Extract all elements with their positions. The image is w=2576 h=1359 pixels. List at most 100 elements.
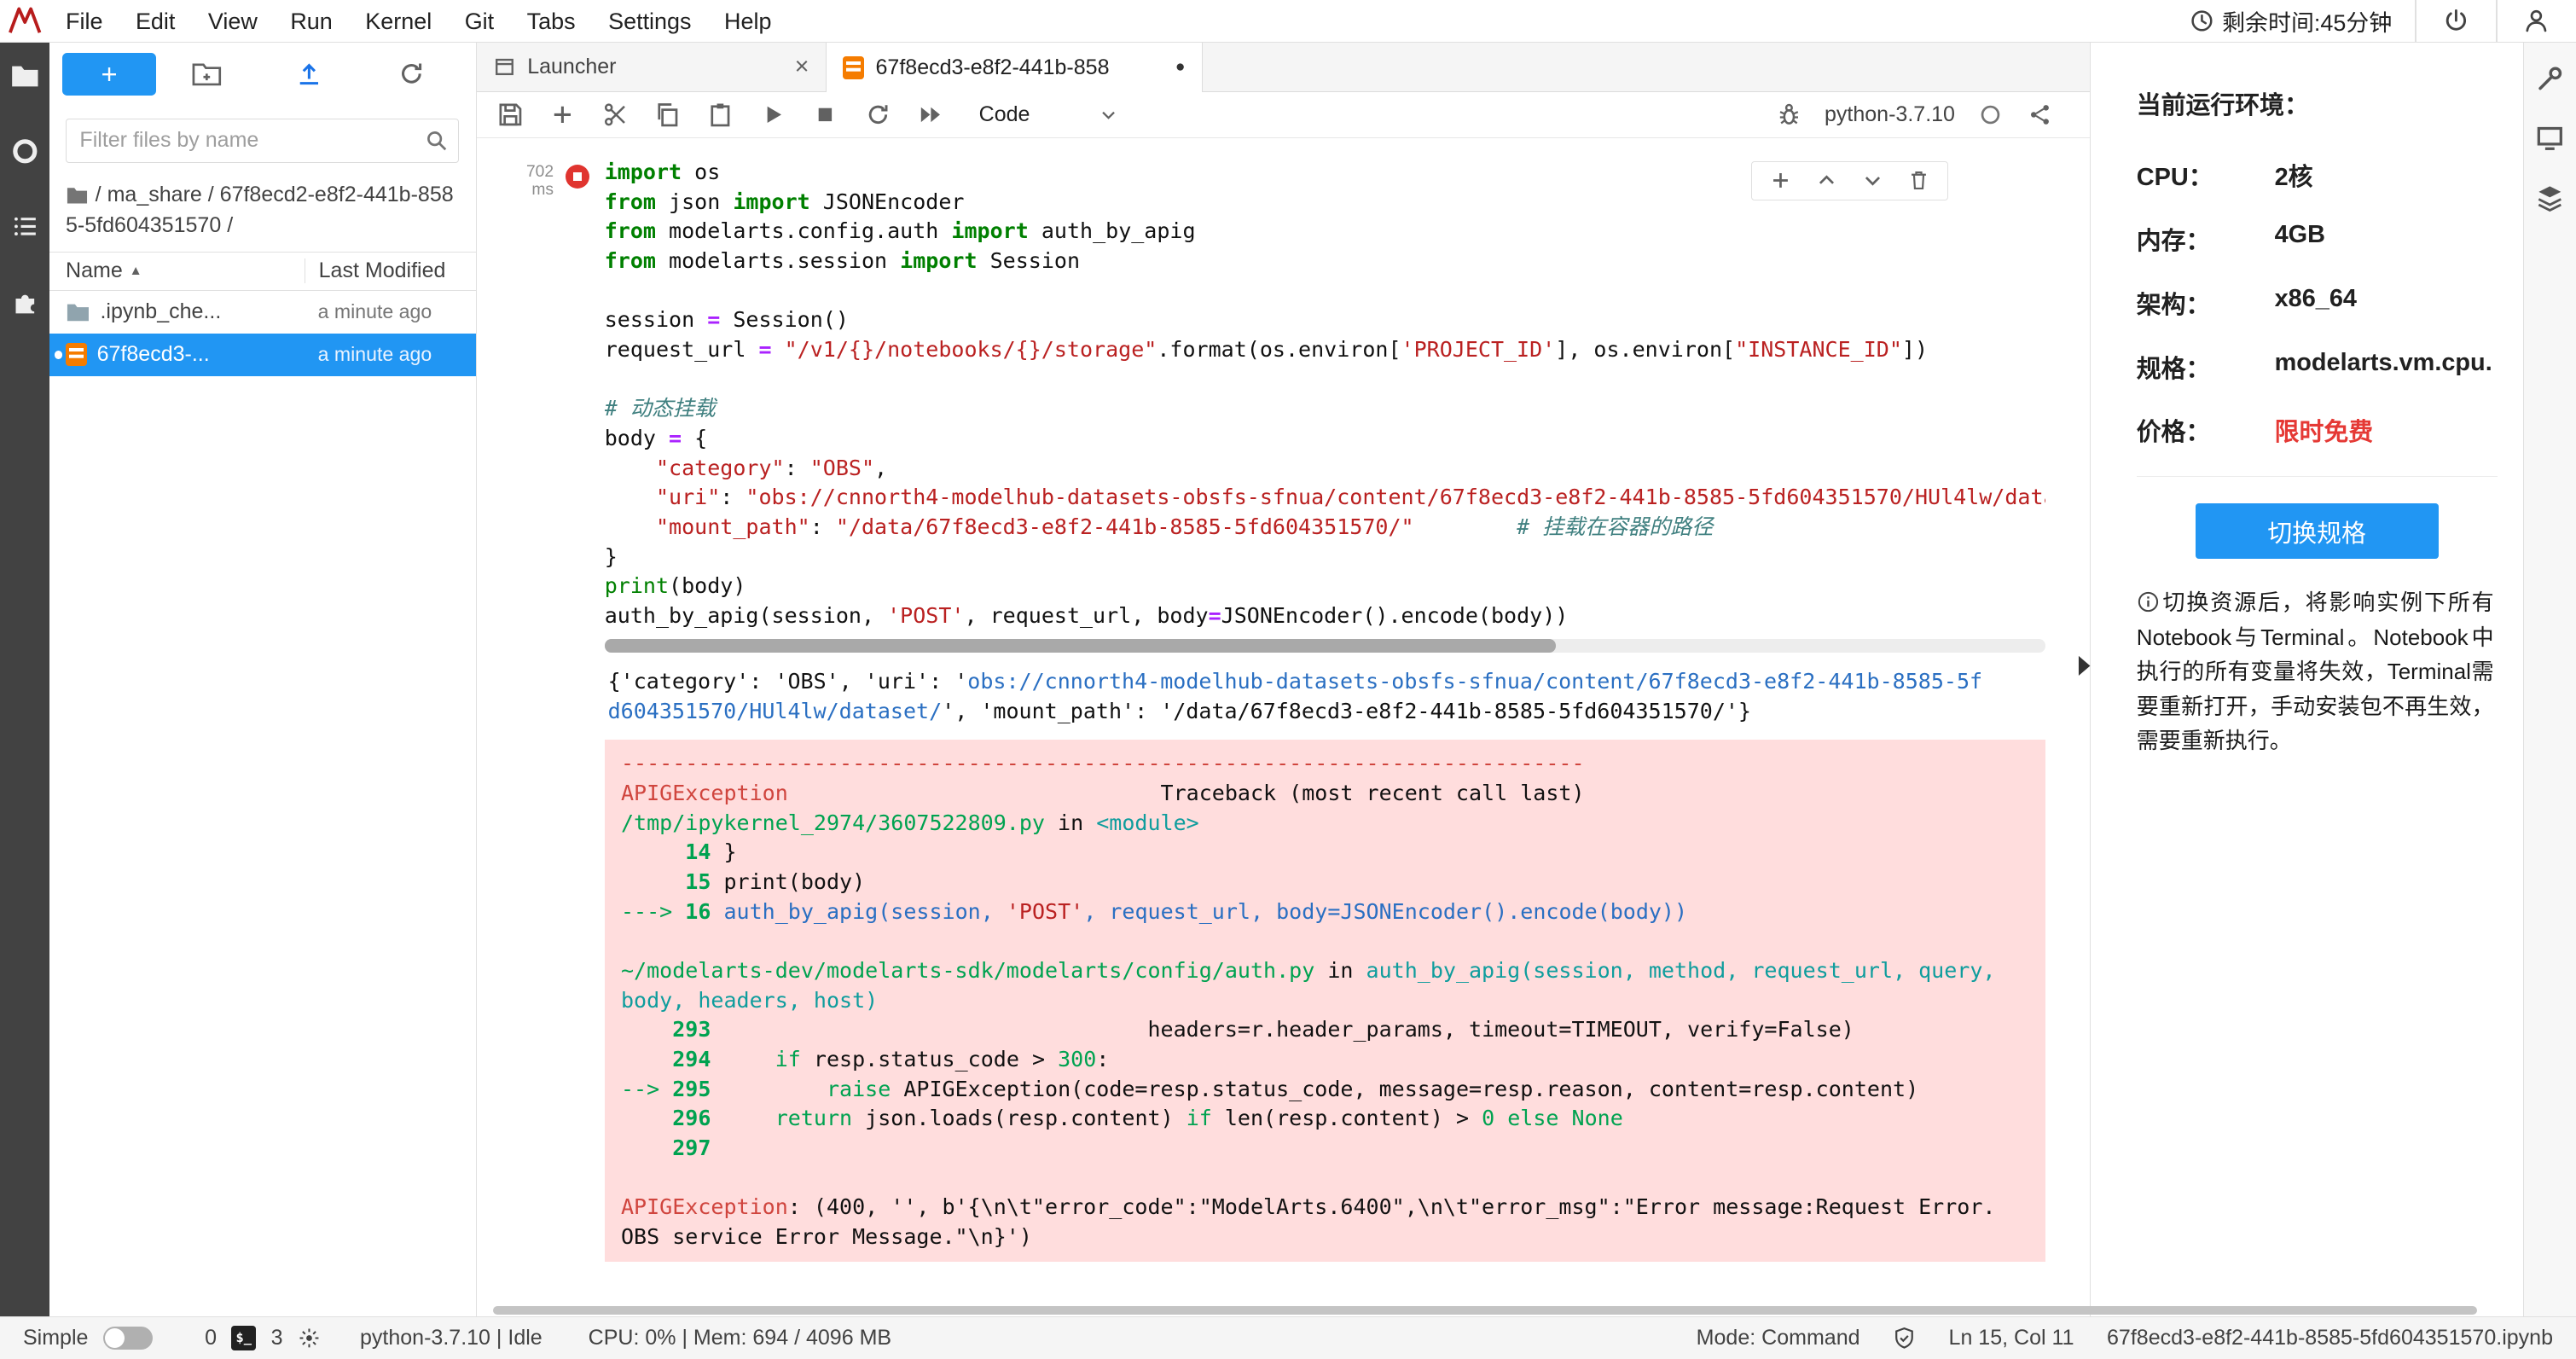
debug-button[interactable] (1775, 101, 1803, 129)
power-button[interactable] (2416, 0, 2495, 42)
notebook-file-icon (843, 56, 864, 79)
cell-type-dropdown[interactable]: Code (979, 102, 1119, 127)
menu-item-tabs[interactable]: Tabs (510, 0, 591, 43)
menu-item-edit[interactable]: Edit (119, 0, 192, 43)
unsaved-dot-icon[interactable]: ● (1175, 58, 1186, 77)
code-horizontal-scrollbar[interactable] (605, 639, 2045, 652)
modelarts-jupyterlab-window: File Edit View Run Kernel Git Tabs Setti… (0, 0, 2576, 1359)
kernel-idle-circle-icon (1979, 103, 2002, 126)
instance-settings-button[interactable] (2533, 62, 2567, 96)
cell-type-label: Code (979, 102, 1030, 127)
tab-notebook[interactable]: 67f8ecd3-e8f2-441b-858 ● (827, 43, 1203, 93)
breadcrumb-path: / ma_share / 67f8ecd2-e8f2-441b-8585-5fd… (66, 183, 454, 238)
run-cell-button[interactable] (759, 101, 787, 129)
column-last-modified[interactable]: Last Modified (305, 258, 475, 283)
notebook-area: Launcher × 67f8ecd3-e8f2-441b-858 ● (477, 43, 2090, 1316)
code-cell: 702 ms import osfrom json import JSONEnc… (477, 158, 2090, 631)
right-panel-collapse-handle[interactable] (2075, 644, 2095, 687)
tab-launcher[interactable]: Launcher × (477, 43, 827, 91)
column-name[interactable]: Name▲ (49, 258, 305, 283)
new-folder-button[interactable] (156, 53, 258, 96)
new-launcher-button[interactable]: + (62, 53, 156, 96)
code-editor[interactable]: import osfrom json import JSONEncoderfro… (605, 158, 2045, 631)
simple-mode-toggle-group: Simple (23, 1326, 153, 1350)
power-icon (2443, 8, 2469, 34)
move-cell-down-button[interactable] (1859, 166, 1887, 195)
main-row: + / ma_share / 67f8ecd2-e8f2-441b-8585-5… (0, 43, 2576, 1316)
upload-icon (295, 60, 323, 88)
stop-kernel-button[interactable] (811, 101, 839, 129)
file-row-checkpoints[interactable]: .ipynb_che... a minute ago (49, 291, 476, 334)
price-free-badge: 限时免费 (2275, 412, 2374, 448)
running-sessions-button[interactable] (9, 135, 42, 168)
folder-icon (10, 62, 40, 89)
menu-item-help[interactable]: Help (708, 0, 788, 43)
fast-forward-icon (917, 102, 943, 128)
files-tab-button[interactable] (9, 59, 42, 92)
save-button[interactable] (496, 101, 525, 129)
simple-mode-toggle[interactable] (103, 1327, 153, 1350)
filter-files-input[interactable] (79, 128, 423, 153)
menu-item-run[interactable]: Run (274, 0, 349, 43)
resource-monitor-button[interactable] (2533, 122, 2567, 155)
spec-row-price: 价格： 限时免费 (2137, 412, 2498, 448)
menu-item-kernel[interactable]: Kernel (349, 0, 448, 43)
toolbar-right: python-3.7.10 (1775, 101, 2070, 129)
simple-mode-label: Simple (23, 1326, 88, 1350)
file-row-notebook[interactable]: 67f8ecd3-... a minute ago (49, 334, 476, 376)
kernel-sessions-icon (298, 1327, 321, 1350)
new-folder-icon (192, 61, 222, 87)
notebook-file-icon (66, 343, 87, 366)
cell-error-status-icon[interactable] (566, 165, 590, 189)
notebook-content: 702 ms import osfrom json import JSONEnc… (477, 138, 2090, 1316)
refresh-icon (397, 60, 426, 88)
move-cell-up-button[interactable] (1813, 166, 1841, 195)
scrollbar-thumb[interactable] (605, 639, 1556, 652)
add-cell-button[interactable] (548, 101, 577, 129)
chevron-right-icon (2077, 654, 2092, 677)
tab-label: 67f8ecd3-e8f2-441b-858 (876, 55, 1110, 80)
chevron-down-icon (1861, 169, 1884, 192)
command-mode-indicator[interactable]: Mode: Command (1697, 1326, 1860, 1350)
delete-cell-button[interactable] (1905, 166, 1933, 195)
kernel-status[interactable]: python-3.7.10 | Idle (360, 1326, 542, 1350)
kernel-name[interactable]: python-3.7.10 (1825, 102, 1955, 127)
run-all-button[interactable] (917, 101, 945, 129)
paste-cell-button[interactable] (706, 101, 734, 129)
breadcrumb[interactable]: / ma_share / 67f8ecd2-e8f2-441b-8585-5fd… (66, 179, 459, 241)
copy-cell-button[interactable] (653, 101, 682, 129)
share-button[interactable] (2026, 101, 2054, 129)
gallery-cases-button[interactable] (2533, 181, 2567, 214)
resource-usage: CPU: 0% | Mem: 694 / 4096 MB (589, 1326, 891, 1350)
kernel-running-dot (55, 351, 63, 359)
extensions-button[interactable] (9, 286, 42, 319)
kernel-status-indicator[interactable] (1976, 101, 2005, 129)
terminals-count: 0 (205, 1326, 217, 1350)
toggle-knob (105, 1328, 125, 1348)
menu-item-file[interactable]: File (49, 0, 119, 43)
close-tab-icon[interactable]: × (795, 55, 809, 79)
menubar: File Edit View Run Kernel Git Tabs Setti… (0, 0, 2576, 43)
switch-flavor-button[interactable]: 切换规格 (2196, 503, 2439, 559)
user-icon (2523, 8, 2550, 34)
table-of-contents-button[interactable] (9, 210, 42, 243)
refresh-button[interactable] (360, 53, 462, 96)
current-filename: 67f8ecd3-e8f2-441b-8585-5fd604351570.ipy… (2107, 1326, 2553, 1350)
cut-cell-button[interactable] (601, 101, 629, 129)
page-horizontal-scrollbar[interactable] (493, 1306, 2478, 1315)
trash-icon (1907, 169, 1930, 192)
file-modified: a minute ago (305, 300, 475, 323)
monitor-icon (2535, 123, 2565, 153)
user-button[interactable] (2498, 0, 2576, 42)
restart-icon (865, 102, 891, 128)
menu-item-settings[interactable]: Settings (592, 0, 708, 43)
menu-item-git[interactable]: Git (448, 0, 510, 43)
insert-cell-button[interactable] (1767, 166, 1795, 195)
menu-item-view[interactable]: View (192, 0, 274, 43)
cursor-position[interactable]: Ln 15, Col 11 (1949, 1326, 2074, 1350)
restart-kernel-button[interactable] (864, 101, 892, 129)
upload-button[interactable] (258, 53, 361, 96)
environment-panel: 当前运行环境： CPU： 2核 内存： 4GB 架构： x86_64 规格： m… (2090, 43, 2523, 1316)
sessions-group[interactable]: 0 $_ 3 (205, 1326, 321, 1350)
sort-asc-icon: ▲ (129, 264, 142, 279)
